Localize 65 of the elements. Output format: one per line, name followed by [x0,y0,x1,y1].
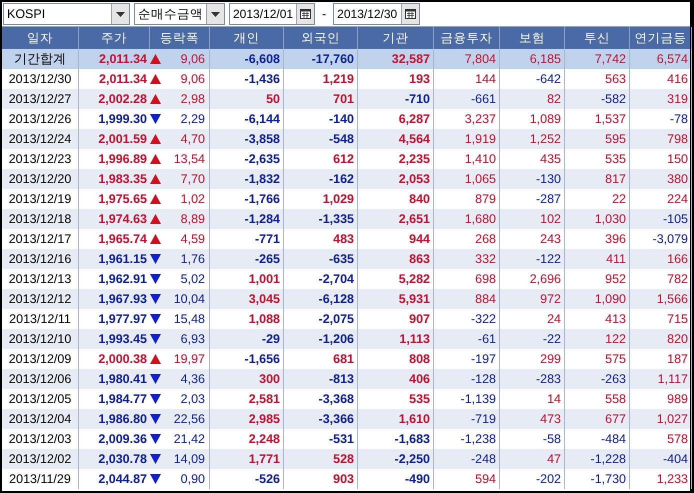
flow-cell: 594 [434,469,500,489]
change-cell-text: 15,48 [174,310,205,328]
measure-dropdown[interactable]: 순매수금액 [134,3,225,25]
dropdown-button[interactable] [111,4,129,24]
price-cell-text: 2,002.28 [97,90,148,108]
price-cell-text: 1,984.77 [97,390,148,408]
calendar-icon [300,9,311,19]
price-cell-text: 2,000.38 [97,350,148,368]
price-cell-text: 1,965.74 [97,230,148,248]
price-cell-text: 1,996.89 [97,150,148,168]
price-cell-text: 2,009.36 [97,430,148,448]
flow-cell: -526 [210,469,284,489]
flow-cell: -490 [358,469,434,489]
change-cell-text: 19,97 [174,350,205,368]
change-cell-text: 1,76 [180,250,205,268]
change-cell-text: 2,29 [180,110,205,128]
caret-icon [211,12,220,16]
calendar-button[interactable] [401,4,420,24]
change-cell-text: 2,98 [180,90,205,108]
flow-cell: -1,730 [565,469,630,489]
price-cell-text: 1,993.45 [97,330,148,348]
price-cell-text: 1,967.93 [97,290,148,308]
price-cell-text: 1,975.65 [97,190,148,208]
change-cell-text: 13,54 [174,150,205,168]
change-cell-text: 4,70 [180,130,205,148]
price-cell-text: 2,011.34 [98,50,148,68]
change-cell-text: 9,06 [180,70,205,88]
dropdown-button[interactable] [206,4,224,24]
change-cell-text: 10,04 [174,290,205,308]
end-date-field[interactable]: 2013/12/30 [333,3,420,25]
change-cell-text: 2,03 [180,390,205,408]
change-cell-text: 4,59 [180,230,205,248]
change-cell-text: 9,06 [180,50,205,68]
price-cell-text: 2,011.34 [98,70,148,88]
change-cell-text: 21,42 [174,430,205,448]
date-cell: 2013/11/29 [2,469,79,489]
market-dropdown[interactable]: KOSPI [3,3,130,25]
change-cell-text: 0,90 [180,470,205,488]
change-cell-text: 22,56 [174,410,205,428]
price-cell-text: 1,999.30 [97,110,148,128]
price-cell-text: 1,980.41 [97,370,148,388]
change-cell-text: 6,93 [180,330,205,348]
price-cell-text: 1,974.63 [97,210,148,228]
change-cell-text: 14,09 [174,450,205,468]
range-separator: - [321,6,328,23]
price-cell-text: 1,983.35 [97,170,148,188]
price-cell-text: 1,986.80 [97,410,148,428]
flow-cell: -202 [500,469,565,489]
change-cell-text: 7,70 [180,170,205,188]
price-cell-text: 2,044.87 [97,470,148,488]
price-cell-text: 1,977.97 [97,310,148,328]
change-cell-text: 4,36 [180,370,205,388]
price-cell-text: 2,001.59 [97,130,148,148]
start-date-field[interactable]: 2013/12/01 [229,3,315,25]
flow-cell: 903 [284,469,358,489]
flow-cell: 1,233 [630,469,692,489]
price-cell-text: 1,962.91 [97,270,148,288]
calendar-button[interactable] [296,4,314,24]
price-cell-text: 1,961.15 [97,250,148,268]
caret-icon [116,12,125,16]
change-cell-text: 8,89 [180,210,205,228]
calendar-icon [405,9,416,19]
change-cell-text: 5,02 [180,270,205,288]
price-cell-text: 2,030.78 [97,450,148,468]
change-cell-text: 1,02 [180,190,205,208]
